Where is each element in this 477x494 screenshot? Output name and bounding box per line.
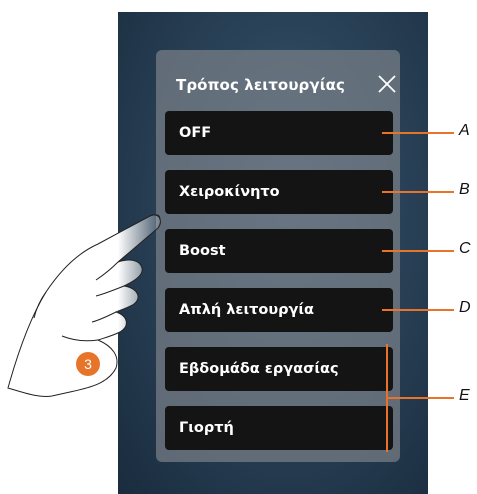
callout-label-c: C	[459, 240, 471, 257]
callout-label-e: E	[459, 387, 470, 404]
callout-leader-d	[382, 309, 454, 311]
callout-leader-b	[382, 191, 454, 193]
callout-label-b: B	[459, 181, 470, 198]
close-icon[interactable]	[376, 73, 398, 95]
callout-leader-c	[382, 250, 454, 252]
callout-leader-e	[386, 397, 454, 399]
callout-label-a: A	[459, 122, 470, 139]
callout-leader-a	[382, 132, 454, 134]
callout-label-d: D	[459, 299, 471, 316]
step-number-badge: 3	[76, 352, 100, 376]
hand-illustration	[7, 214, 161, 397]
